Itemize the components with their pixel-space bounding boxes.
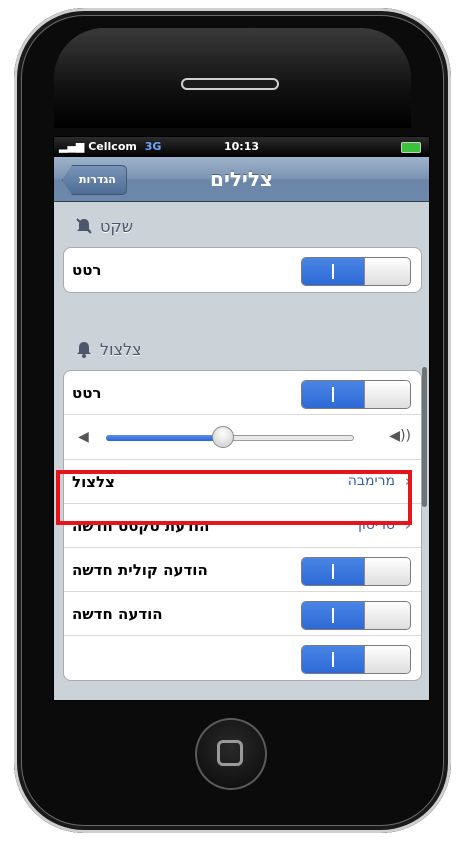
battery-icon xyxy=(401,142,421,153)
bell-icon xyxy=(77,342,91,358)
navigation-bar: הגדרות צלילים xyxy=(54,157,429,202)
home-button[interactable] xyxy=(195,718,267,790)
volume-high-icon: ◀)) xyxy=(389,428,411,444)
status-time: 10:13 xyxy=(223,140,259,153)
new-mail-toggle[interactable] xyxy=(301,601,411,630)
bell-slash-icon xyxy=(76,218,92,234)
silent-vibrate-toggle[interactable] xyxy=(301,257,411,286)
section-header-silent: שקט xyxy=(54,214,429,238)
row-silent-vibrate: רטט xyxy=(64,248,421,292)
row-label: רטט xyxy=(72,384,102,402)
partial-toggle[interactable] xyxy=(301,645,411,674)
row-label: הודעה קולית חדשה xyxy=(72,561,208,579)
row-label: הודעה חדשה xyxy=(72,605,163,623)
ringtone-highlight-box xyxy=(56,470,412,525)
earpiece-speaker xyxy=(181,78,279,90)
row-volume: ◀ ◀)) xyxy=(64,415,421,460)
row-partial xyxy=(64,636,421,680)
home-square-icon xyxy=(217,740,243,766)
row-ring-vibrate: רטט xyxy=(64,371,421,415)
silent-group: רטט xyxy=(63,247,422,293)
scrollbar[interactable] xyxy=(422,367,427,507)
row-label: רטט xyxy=(72,261,102,279)
section-header-ring: צלצול xyxy=(54,337,429,361)
section-label-ring: צלצול xyxy=(100,340,142,359)
phone-screen: ▂▄▆ Cellcom 3G 10:13 הגדרות צלילים שקט ר… xyxy=(53,136,430,701)
row-new-voicemail: הודעה קולית חדשה xyxy=(64,548,421,592)
volume-fill xyxy=(106,435,223,441)
status-bar: ▂▄▆ Cellcom 3G 10:13 xyxy=(54,137,429,157)
row-new-mail: הודעה חדשה xyxy=(64,592,421,636)
section-label-silent: שקט xyxy=(100,217,134,236)
page-title: צלילים xyxy=(210,167,273,191)
volume-low-icon: ◀ xyxy=(78,429,89,445)
volume-slider-thumb[interactable] xyxy=(212,426,234,448)
ring-group: רטט ◀ ◀)) צלצול מרימבה › הודעת טקסט חדשה… xyxy=(63,370,422,681)
new-voicemail-toggle[interactable] xyxy=(301,557,411,586)
ring-vibrate-toggle[interactable] xyxy=(301,380,411,409)
